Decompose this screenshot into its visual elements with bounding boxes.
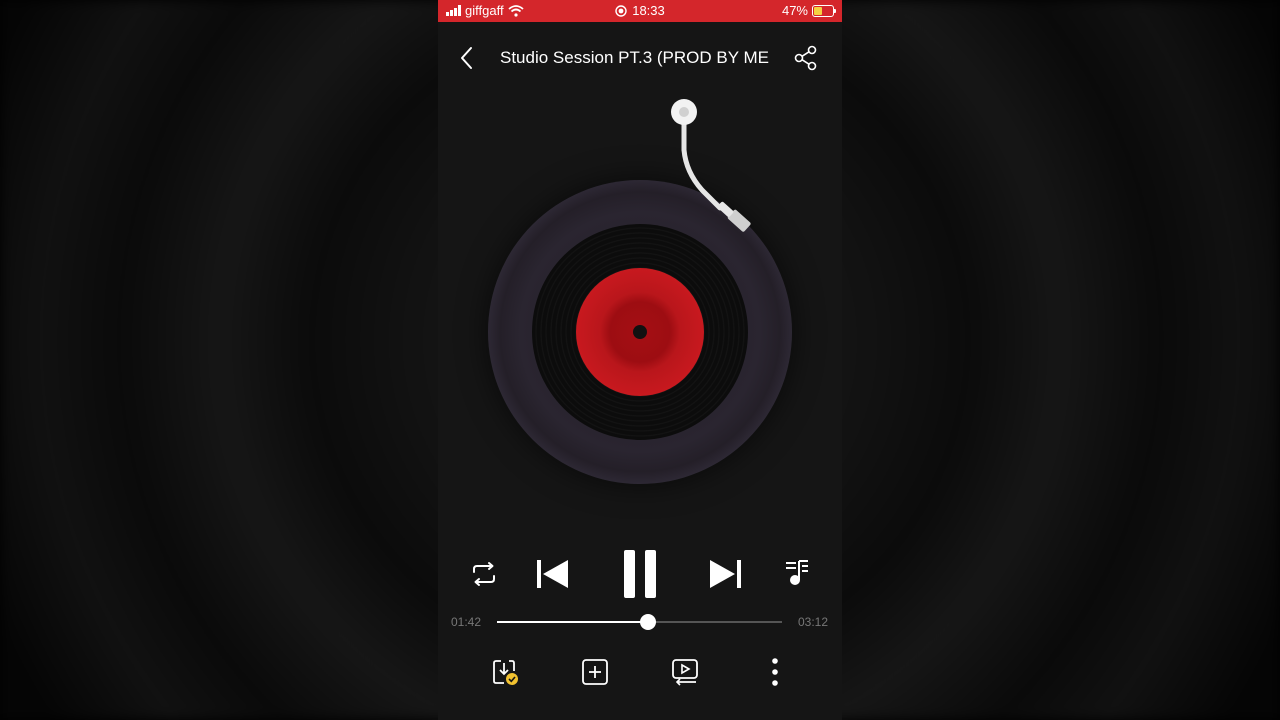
total-duration: 03:12	[797, 615, 828, 629]
chevron-left-icon	[461, 47, 472, 69]
download-button[interactable]	[490, 657, 520, 687]
pause-icon	[624, 550, 656, 598]
track-title: Studio Session PT.3 (PROD BY ME	[500, 48, 769, 67]
progress-thumb[interactable]	[640, 614, 657, 630]
share-icon	[794, 45, 817, 71]
repeat-button[interactable]	[468, 558, 500, 590]
queue-button[interactable]	[782, 558, 814, 590]
back-button[interactable]	[456, 44, 480, 72]
more-vertical-icon	[772, 658, 778, 686]
status-bar: giffgaff 18:33 47%	[438, 0, 842, 22]
share-button[interactable]	[792, 44, 820, 72]
player-header: Studio Session PT.3 (PROD BY ME	[438, 36, 842, 80]
skip-previous-icon	[537, 560, 568, 588]
tonearm-icon[interactable]	[668, 90, 778, 250]
progress-played	[497, 621, 649, 623]
playback-controls	[438, 546, 842, 602]
action-bar	[438, 655, 842, 691]
screen-record-icon	[615, 4, 627, 17]
status-time: 18:33	[632, 3, 665, 18]
battery-percent: 47%	[781, 3, 808, 18]
next-button[interactable]	[706, 556, 744, 592]
battery-icon	[812, 4, 836, 17]
phone-screen: giffgaff 18:33 47% Studio Session PT.3 (…	[438, 0, 842, 720]
music-video-icon	[672, 659, 698, 686]
more-options-button[interactable]	[760, 657, 790, 687]
pause-button[interactable]	[620, 548, 660, 600]
progress-area: 01:42 03:12	[438, 610, 842, 634]
add-to-playlist-icon	[582, 659, 608, 685]
elapsed-time: 01:42	[451, 615, 482, 629]
music-video-button[interactable]	[670, 657, 700, 687]
record-spindle-hole	[633, 325, 647, 339]
previous-button[interactable]	[534, 556, 572, 592]
repeat-icon	[473, 562, 495, 586]
add-to-playlist-button[interactable]	[580, 657, 610, 687]
skip-next-icon	[710, 560, 741, 588]
playlist-icon	[786, 560, 808, 585]
turntable	[478, 90, 802, 490]
download-done-icon	[493, 660, 518, 685]
